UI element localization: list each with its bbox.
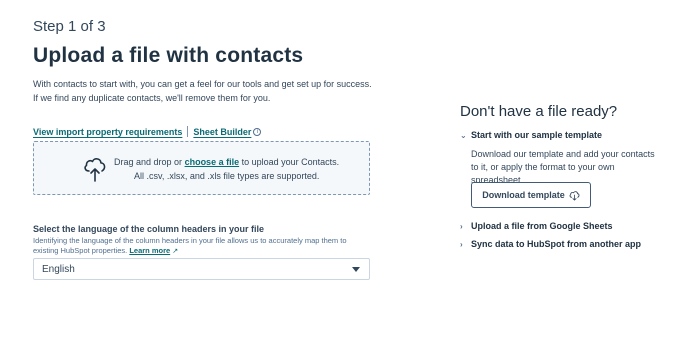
cloud-download-icon <box>569 190 580 200</box>
chevron-down-icon: ⌄ <box>460 130 467 140</box>
dropzone-instructions: Drag and drop or choose a file to upload… <box>114 157 339 167</box>
chevron-right-icon: › <box>460 239 463 249</box>
language-help-body: Identifying the language of the column h… <box>33 236 347 255</box>
language-help-text: Identifying the language of the column h… <box>33 236 373 257</box>
helper-links: View import property requirements Sheet … <box>33 126 262 137</box>
external-link-icon: ↗ <box>172 248 179 255</box>
info-icon[interactable]: i <box>253 127 262 136</box>
learn-more-link[interactable]: Learn more <box>129 246 170 255</box>
import-requirements-link[interactable]: View import property requirements <box>33 127 182 137</box>
accordion-google-sheets-label: Upload a file from Google Sheets <box>471 221 613 231</box>
accordion-google-sheets[interactable]: › Upload a file from Google Sheets <box>460 221 613 231</box>
choose-file-link[interactable]: choose a file <box>185 157 240 167</box>
language-label: Select the language of the column header… <box>33 224 265 234</box>
description-line-1: With contacts to start with, you can get… <box>33 79 372 89</box>
accordion-sync-data[interactable]: › Sync data to HubSpot from another app <box>460 239 641 249</box>
accordion-sample-template-label: Start with our sample template <box>471 130 603 140</box>
download-template-button[interactable]: Download template <box>471 182 591 208</box>
accordion-sync-data-label: Sync data to HubSpot from another app <box>471 239 642 249</box>
download-template-label: Download template <box>482 190 565 200</box>
page-title: Upload a file with contacts <box>33 44 304 67</box>
step-indicator: Step 1 of 3 <box>33 18 106 35</box>
dropdown-caret-icon <box>352 267 360 272</box>
page-description: With contacts to start with, you can get… <box>33 77 372 105</box>
supported-file-types: All .csv, .xlsx, and .xls file types are… <box>134 171 320 181</box>
dropzone-text-after: to upload your Contacts. <box>241 157 340 167</box>
chevron-right-icon: › <box>460 221 463 231</box>
language-select-value: English <box>42 264 75 275</box>
cloud-upload-icon <box>84 158 106 182</box>
sidebar-title: Don't have a file ready? <box>460 103 618 120</box>
language-select[interactable]: English <box>33 258 370 280</box>
link-divider <box>187 126 189 137</box>
sheet-builder-link[interactable]: Sheet Builder <box>193 127 251 137</box>
dropzone-text-before: Drag and drop or <box>114 157 183 167</box>
accordion-sample-template[interactable]: ⌄ Start with our sample template <box>460 130 602 140</box>
description-line-2: If we find any duplicate contacts, we'll… <box>33 93 271 103</box>
file-dropzone[interactable]: Drag and drop or choose a file to upload… <box>33 141 370 195</box>
